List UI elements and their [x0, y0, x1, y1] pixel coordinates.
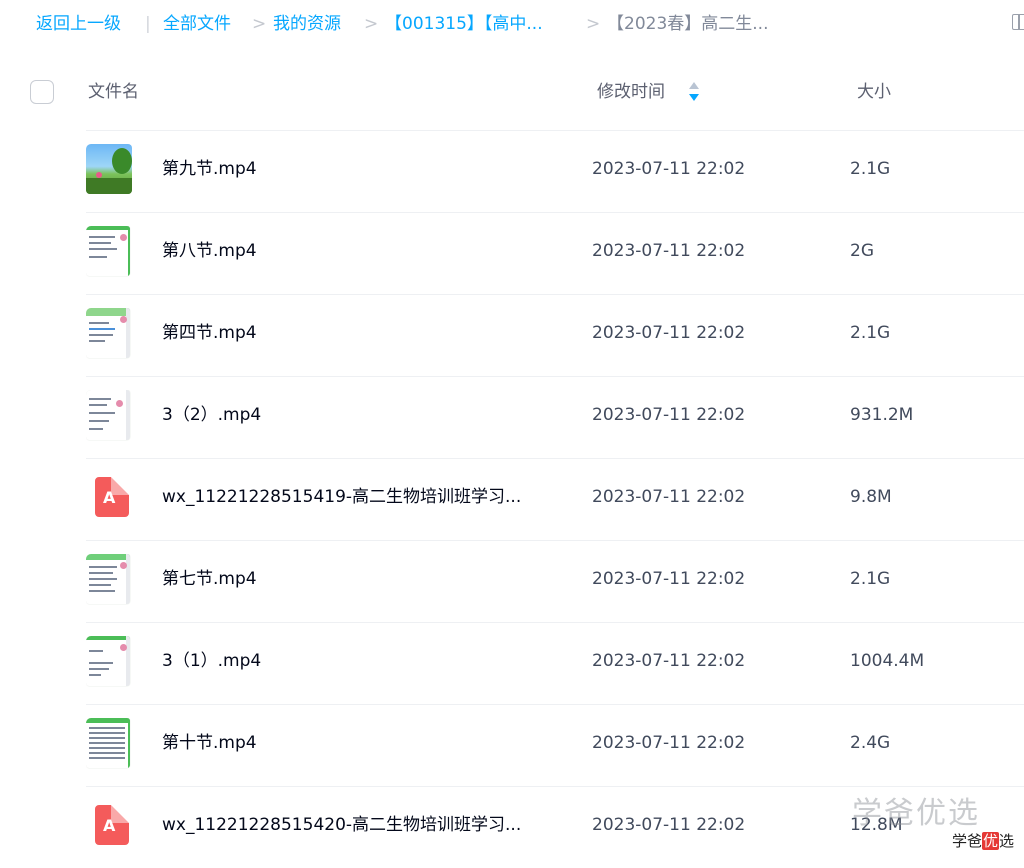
breadcrumb: 返回上一级 | 全部文件 > 我的资源 > 【001315】【高中... > 【… [0, 0, 1024, 48]
file-list: 第九节.mp4 2023-07-11 22:02 2.1G 第八节.mp4 20… [86, 130, 1024, 868]
file-name[interactable]: 第七节.mp4 [162, 567, 257, 591]
chevron-right-icon: > [364, 14, 379, 34]
file-size: 931.2M [850, 405, 914, 425]
file-name[interactable]: 3（1）.mp4 [162, 649, 261, 673]
file-name[interactable]: wx_11221228515420-高二生物培训班学习... [162, 813, 521, 837]
file-name[interactable]: 第九节.mp4 [162, 157, 257, 181]
file-time: 2023-07-11 22:02 [592, 651, 746, 671]
file-name[interactable]: wx_11221228515419-高二生物培训班学习... [162, 485, 521, 509]
back-link[interactable]: 返回上一级 [36, 12, 121, 36]
breadcrumb-all-files[interactable]: 全部文件 [163, 12, 231, 36]
file-time: 2023-07-11 22:02 [592, 733, 746, 753]
video-thumbnail-icon [86, 390, 138, 442]
file-row[interactable]: 第九节.mp4 2023-07-11 22:02 2.1G [86, 130, 1024, 212]
file-time: 2023-07-11 22:02 [592, 241, 746, 261]
file-name[interactable]: 第十节.mp4 [162, 731, 257, 755]
watermark-small: 学爸优选 [952, 832, 1015, 850]
select-all-checkbox[interactable] [30, 80, 54, 104]
file-size: 2.1G [850, 569, 891, 589]
file-size: 2G [850, 241, 874, 261]
video-thumbnail-icon [86, 636, 138, 688]
watermark-large: 学爸优选 [852, 796, 980, 831]
file-name[interactable]: 3（2）.mp4 [162, 403, 261, 427]
file-time: 2023-07-11 22:02 [592, 569, 746, 589]
file-time: 2023-07-11 22:02 [592, 487, 746, 507]
sort-icon[interactable] [688, 82, 700, 104]
breadcrumb-divider: | [145, 14, 151, 34]
file-row[interactable]: A wx_11221228515419-高二生物培训班学习... 2023-07… [86, 458, 1024, 540]
file-row[interactable]: 第十节.mp4 2023-07-11 22:02 2.4G [86, 704, 1024, 786]
file-time: 2023-07-11 22:02 [592, 815, 746, 835]
file-size: 2.1G [850, 159, 891, 179]
file-row[interactable]: 3（2）.mp4 2023-07-11 22:02 931.2M [86, 376, 1024, 458]
chevron-right-icon: > [252, 14, 267, 34]
file-row[interactable]: 第七节.mp4 2023-07-11 22:02 2.1G [86, 540, 1024, 622]
file-time: 2023-07-11 22:02 [592, 159, 746, 179]
breadcrumb-folder-001315[interactable]: 【001315】【高中... [385, 12, 543, 36]
file-row[interactable]: 第八节.mp4 2023-07-11 22:02 2G [86, 212, 1024, 294]
pdf-icon: A [86, 800, 138, 852]
file-row[interactable]: 第四节.mp4 2023-07-11 22:02 2.1G [86, 294, 1024, 376]
file-time: 2023-07-11 22:02 [592, 323, 746, 343]
video-thumbnail-icon [86, 554, 138, 606]
file-name[interactable]: 第四节.mp4 [162, 321, 257, 345]
file-size: 9.8M [850, 487, 892, 507]
file-name[interactable]: 第八节.mp4 [162, 239, 257, 263]
view-toggle-icon[interactable] [1012, 14, 1024, 30]
pdf-icon: A [86, 472, 138, 524]
column-header-size[interactable]: 大小 [857, 80, 891, 104]
column-header-time[interactable]: 修改时间 [597, 80, 665, 104]
video-thumbnail-icon [86, 226, 138, 278]
breadcrumb-my-resources[interactable]: 我的资源 [273, 12, 341, 36]
file-size: 2.1G [850, 323, 891, 343]
video-thumbnail-icon [86, 718, 138, 770]
video-thumbnail-icon [86, 308, 138, 360]
file-size: 1004.4M [850, 651, 925, 671]
video-thumbnail-icon [86, 144, 138, 196]
chevron-right-icon: > [586, 14, 601, 34]
breadcrumb-current-folder: 【2023春】高二生... [607, 14, 769, 34]
file-time: 2023-07-11 22:02 [592, 405, 746, 425]
file-size: 2.4G [850, 733, 891, 753]
column-header-name[interactable]: 文件名 [88, 80, 139, 104]
file-row[interactable]: 3（1）.mp4 2023-07-11 22:02 1004.4M [86, 622, 1024, 704]
